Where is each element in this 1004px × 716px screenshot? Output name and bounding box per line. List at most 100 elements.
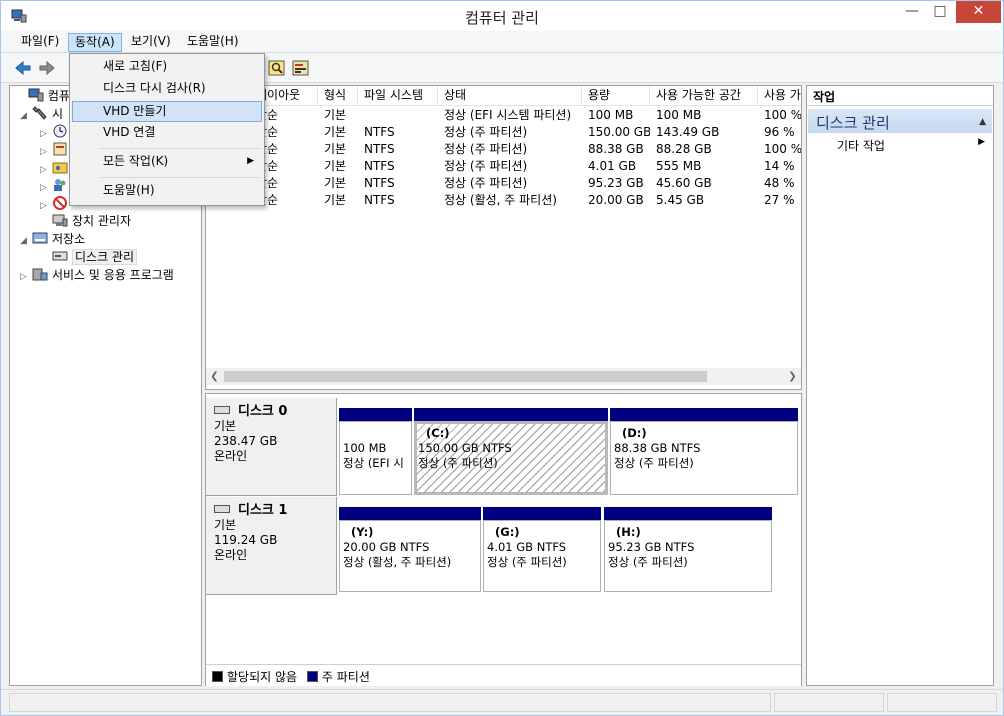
table-row[interactable]: 단순 기본 정상 (EFI 시스템 파티션) 100 MB 100 MB 100 %: [206, 107, 801, 124]
horizontal-scrollbar[interactable]: ❮ ❯: [206, 368, 801, 385]
partition-body[interactable]: (G:) 4.01 GB NTFS 정상 (주 파티션): [483, 520, 601, 592]
users-icon: [54, 179, 66, 191]
partition-status: 정상 (주 파티션): [608, 555, 688, 569]
tree-item-performance[interactable]: ▷: [40, 195, 72, 213]
menu-item-create-vhd[interactable]: VHD 만들기: [72, 101, 262, 122]
table-row[interactable]: 단순 기본 NTFS 정상 (주 파티션) 88.38 GB 88.28 GB 100 %: [206, 141, 802, 158]
more-actions-item[interactable]: 기타 작업 ▶: [837, 137, 987, 154]
tree-item-services[interactable]: ▷ 서비스 및 응용 프로그램: [20, 266, 174, 284]
partition-bar: [483, 507, 601, 520]
menu-item-attach-vhd[interactable]: VHD 연결: [72, 123, 262, 144]
disk-status: 온라인: [214, 449, 248, 463]
disk-label[interactable]: 디스크 1 기본 119.24 GB 온라인: [206, 497, 337, 595]
help-panel-icon[interactable]: [291, 58, 311, 78]
scroll-left-icon[interactable]: ❮: [206, 368, 223, 385]
partition-body[interactable]: (C:) 150.00 GB NTFS 정상 (주 파티션): [414, 421, 608, 495]
expand-arrow-icon[interactable]: ▷: [40, 197, 52, 215]
disk-management-icon: [52, 251, 68, 261]
table-row[interactable]: 단순 기본 NTFS 정상 (주 파티션) 150.00 GB 143.49 GB 96 %: [206, 124, 801, 141]
section-label: 디스크 관리: [816, 114, 890, 132]
services-icon: [32, 268, 48, 281]
cell-type: 기본: [324, 159, 347, 173]
properties-icon[interactable]: [267, 58, 287, 78]
tree-item-system-tools[interactable]: ◢ 시: [20, 105, 63, 123]
partition-bar: [610, 408, 798, 421]
menu-item-refresh[interactable]: 새로 고침(F): [72, 57, 262, 78]
partition-body[interactable]: (H:) 95.23 GB NTFS 정상 (주 파티션): [604, 520, 772, 592]
menu-bar: 파일(F) 동작(A) 보기(V) 도움말(H): [1, 31, 1003, 53]
collapse-up-icon[interactable]: ▲: [979, 117, 986, 127]
table-row[interactable]: 단순 기본 NTFS 정상 (주 파티션) 4.01 GB 555 MB 14 %: [206, 158, 801, 175]
disk-row: 디스크 0 기본 238.47 GB 온라인 100 MB 정상 (EFI 시 …: [206, 398, 801, 496]
table-row[interactable]: 단순 기본 NTFS 정상 (활성, 주 파티션) 20.00 GB 5.45 GB 27 …: [206, 192, 801, 209]
partition-size: 150.00 GB NTFS: [418, 441, 512, 455]
legend: 할당되지 않음 주 파티션: [206, 664, 801, 686]
cell-type: 기본: [324, 125, 347, 139]
disk-type: 기본: [214, 419, 237, 433]
column-capacity[interactable]: 용량: [582, 86, 650, 106]
cell-capacity: 88.38 GB: [588, 142, 644, 156]
scroll-right-icon[interactable]: ❯: [784, 368, 801, 385]
disk-status: 온라인: [214, 548, 248, 562]
tree-item-task-scheduler[interactable]: ▷: [40, 123, 72, 141]
minimize-button[interactable]: —: [899, 1, 925, 23]
back-arrow-icon[interactable]: [13, 58, 33, 78]
maximize-button[interactable]: □: [927, 1, 953, 23]
cell-filesystem: [358, 107, 438, 124]
tree-item-local-users[interactable]: ▷: [40, 177, 72, 195]
partition-bar: [414, 408, 608, 421]
cell-free-space: 45.60 GB: [656, 176, 712, 190]
tree-item-shared-folders[interactable]: ▷: [40, 159, 72, 177]
cell-free-space: 100 MB: [656, 108, 702, 122]
tree-item-device-manager[interactable]: 장치 관리자: [52, 212, 131, 230]
menu-view[interactable]: 보기(V): [125, 33, 177, 52]
cell-status: 정상 (EFI 시스템 파티션): [444, 108, 572, 122]
cell-percent-free: 27 %: [764, 193, 795, 207]
collapse-arrow-icon[interactable]: ◢: [20, 107, 32, 125]
volume-list: 레이아웃 형식 파일 시스템 상태 용량 사용 가능한 공간 사용 가 단순 기본…: [205, 85, 802, 390]
actions-section-disk-management[interactable]: 디스크 관리 ▲: [808, 109, 992, 133]
partition-body[interactable]: (D:) 88.38 GB NTFS 정상 (주 파티션): [610, 421, 798, 495]
tree-item-event-viewer[interactable]: ▷: [40, 141, 72, 159]
cell-filesystem: NTFS: [364, 125, 395, 139]
column-status[interactable]: 상태: [438, 86, 582, 106]
status-bar: [1, 689, 1003, 715]
actions-pane: 작업 디스크 관리 ▲ 기타 작업 ▶: [806, 85, 994, 686]
partition-body[interactable]: (Y:) 20.00 GB NTFS 정상 (활성, 주 파티션): [339, 520, 481, 592]
storage-icon: [32, 232, 48, 244]
column-percent-free[interactable]: 사용 가: [758, 86, 801, 106]
close-button[interactable]: ✕: [956, 1, 1001, 23]
collapse-arrow-icon[interactable]: ◢: [20, 232, 32, 250]
primary-partition-swatch: [306, 671, 318, 682]
scrollbar-thumb[interactable]: [224, 371, 707, 382]
tree-item-disk-management[interactable]: 디스크 관리: [52, 248, 138, 266]
device-manager-icon: [52, 214, 68, 227]
cell-filesystem: NTFS: [364, 193, 395, 207]
unallocated-swatch: [212, 671, 223, 682]
cell-status: 정상 (주 파티션): [444, 142, 528, 156]
menu-file[interactable]: 파일(F): [15, 33, 65, 52]
column-type[interactable]: 형식: [318, 86, 358, 106]
window-title: 컴퓨터 관리: [465, 9, 539, 27]
menu-help[interactable]: 도움말(H): [181, 33, 245, 52]
disk-name: 디스크 1: [238, 503, 288, 518]
expand-arrow-icon[interactable]: ▷: [20, 268, 32, 286]
menu-item-all-tasks[interactable]: 모든 작업(K) ▶: [72, 152, 262, 173]
menu-item-label: 모든 작업(K): [103, 154, 169, 168]
disk-row: 디스크 1 기본 119.24 GB 온라인 (Y:) 20.00 GB NTF…: [206, 497, 801, 595]
tree-item-storage[interactable]: ◢ 저장소: [20, 230, 85, 248]
partition-body[interactable]: 100 MB 정상 (EFI 시: [339, 421, 412, 495]
forward-arrow-icon[interactable]: [37, 58, 57, 78]
partition-size: 95.23 GB NTFS: [608, 540, 695, 554]
menu-action[interactable]: 동작(A): [68, 33, 122, 52]
menu-item-help[interactable]: 도움말(H): [72, 181, 262, 202]
tools-icon: [32, 106, 47, 120]
column-free-space[interactable]: 사용 가능한 공간: [650, 86, 758, 106]
menu-item-rescan-disks[interactable]: 디스크 다시 검사(R): [72, 79, 262, 100]
disk-label[interactable]: 디스크 0 기본 238.47 GB 온라인: [206, 398, 337, 496]
partition-status: 정상 (주 파티션): [418, 456, 498, 470]
table-row[interactable]: 단순 기본 NTFS 정상 (주 파티션) 95.23 GB 45.60 GB 48 %: [206, 175, 801, 192]
cell-percent-free: 100 %: [764, 142, 802, 156]
tree-item-label: 시: [52, 107, 64, 121]
column-filesystem[interactable]: 파일 시스템: [358, 86, 438, 106]
